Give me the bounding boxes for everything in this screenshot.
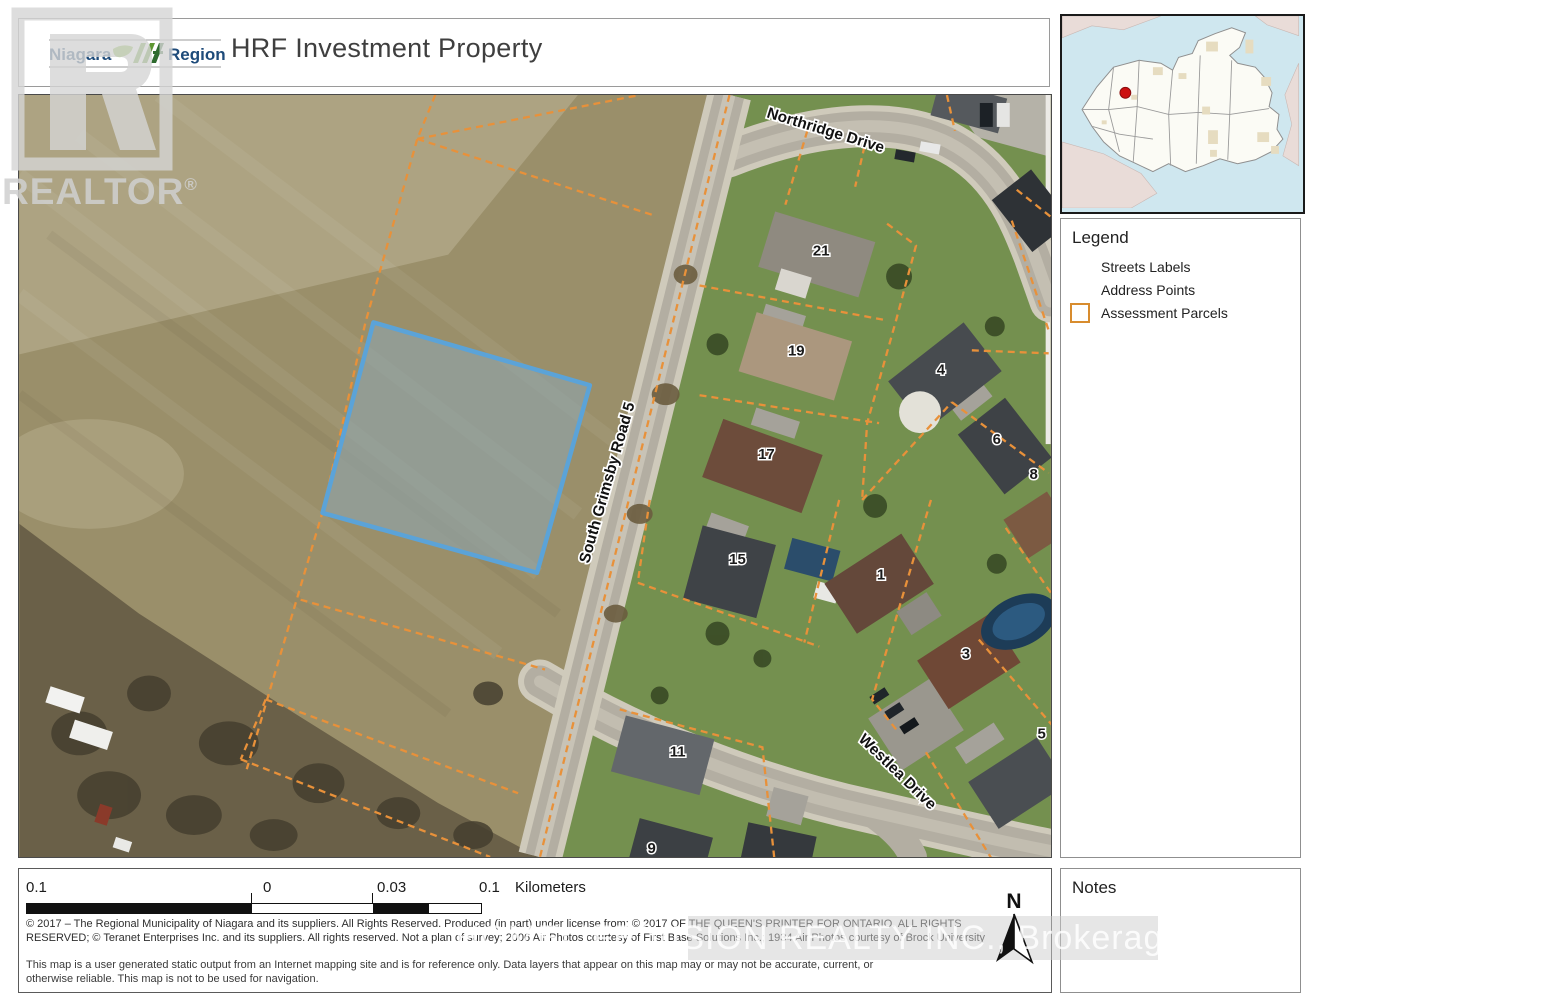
map-export-page: Niagara Region HRF Investment Property	[0, 0, 1547, 1008]
page-title: HRF Investment Property	[231, 33, 543, 64]
inset-canvas	[1062, 16, 1299, 208]
assessment-parcels-swatch-icon	[1070, 303, 1090, 323]
registered-mark: ®	[184, 175, 198, 194]
scale-label-zero: 0	[263, 879, 271, 896]
address-point: 21	[813, 243, 830, 260]
legend-item-address-points: Address Points	[1101, 282, 1195, 298]
address-point: 3	[962, 646, 970, 663]
address-point: 5	[1038, 725, 1046, 742]
scale-label-left: 0.1	[26, 879, 47, 896]
address-point: 8	[1030, 466, 1038, 483]
realtor-logo-r	[50, 34, 156, 150]
scale-segment	[252, 904, 373, 913]
address-point: 6	[993, 431, 1001, 448]
disclaimer-text: This map is a user generated static outp…	[26, 958, 906, 986]
scale-segment	[27, 904, 252, 913]
realtor-watermark-word: REALTOR®	[2, 171, 198, 212]
legend-item-assessment-parcels: Assessment Parcels	[1101, 305, 1228, 321]
address-point: 19	[788, 342, 805, 359]
brokerage-watermark-text: HOMELIFE/VISION REALTY INC., Brokerage	[455, 919, 1160, 958]
scale-tick	[372, 893, 373, 903]
legend-title: Legend	[1061, 219, 1300, 248]
scale-tick	[251, 893, 252, 903]
address-point: 9	[648, 840, 656, 857]
legend-panel: Legend Streets Labels Address Points Ass…	[1060, 218, 1301, 858]
inset-location-dot	[1120, 87, 1131, 98]
overview-inset-map	[1060, 14, 1305, 214]
scale-segment	[429, 904, 481, 913]
address-point: 15	[729, 551, 746, 568]
scale-segment	[373, 904, 429, 913]
north-arrow-label: N	[1006, 890, 1021, 913]
address-point: 11	[670, 743, 686, 760]
scale-label-003: 0.03	[377, 879, 406, 896]
scale-label-right: 0.1	[479, 879, 500, 896]
address-point: 17	[758, 446, 775, 463]
legend-item-streets-labels: Streets Labels	[1101, 259, 1191, 275]
address-point: 1	[877, 567, 885, 584]
address-point: 4	[937, 361, 946, 378]
scale-bar	[26, 903, 482, 914]
realtor-watermark: REALTOR®	[2, 2, 207, 217]
scale-unit-label: Kilometers	[515, 879, 586, 896]
notes-title: Notes	[1061, 869, 1300, 898]
